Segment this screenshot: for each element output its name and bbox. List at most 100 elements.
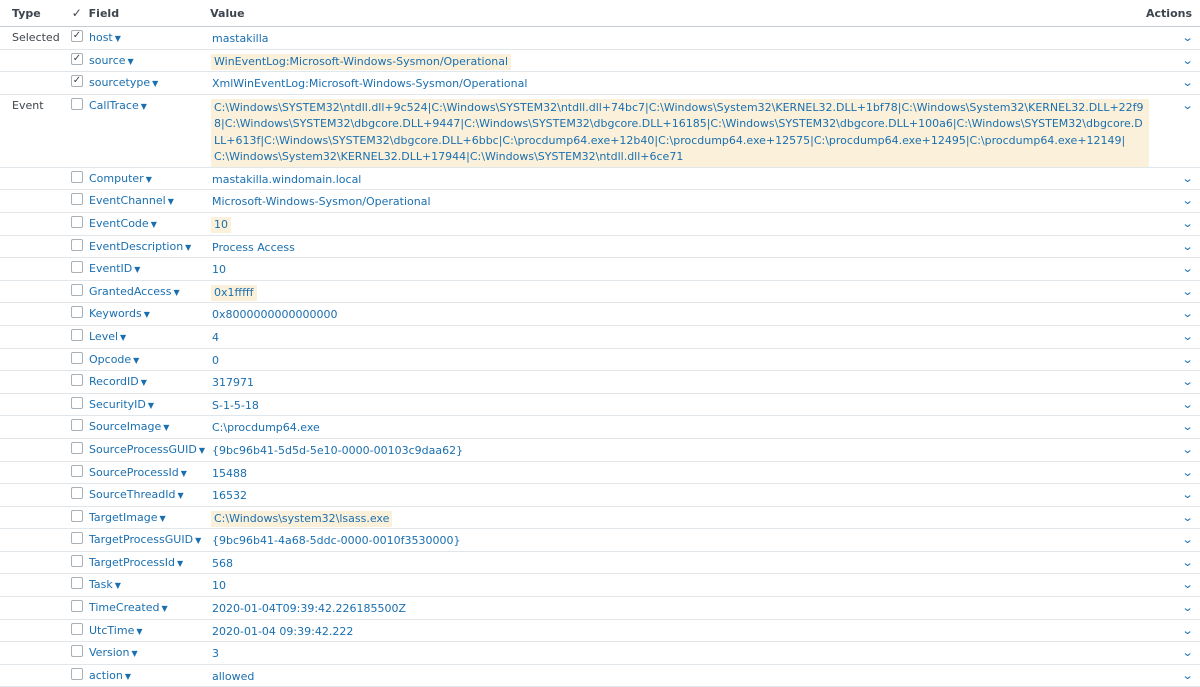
chevron-down-icon[interactable]: ⌄ bbox=[1181, 443, 1193, 456]
field-select-checkbox[interactable] bbox=[71, 577, 83, 590]
field-name-dropdown[interactable]: SourceImage ▼ bbox=[89, 420, 169, 433]
field-name-dropdown[interactable]: Level ▼ bbox=[89, 330, 126, 343]
field-value[interactable]: 0x8000000000000000 bbox=[211, 308, 338, 321]
chevron-down-icon[interactable]: ⌄ bbox=[1181, 54, 1193, 67]
field-select-checkbox[interactable] bbox=[71, 554, 83, 567]
field-name-dropdown[interactable]: SourceThreadId ▼ bbox=[89, 488, 184, 501]
select-all-checkbox[interactable]: ✓ bbox=[70, 7, 83, 19]
field-select-checkbox[interactable] bbox=[71, 645, 83, 658]
field-select-checkbox[interactable] bbox=[71, 215, 83, 228]
field-name-dropdown[interactable]: sourcetype ▼ bbox=[89, 76, 158, 89]
chevron-down-icon[interactable]: ⌄ bbox=[1181, 285, 1193, 298]
field-select-checkbox[interactable] bbox=[71, 464, 83, 477]
field-value[interactable]: {9bc96b41-5d5d-5e10-0000-00103c9daa62} bbox=[211, 444, 463, 457]
chevron-down-icon[interactable]: ⌄ bbox=[1181, 172, 1193, 185]
field-value[interactable]: 15488 bbox=[211, 467, 247, 480]
field-name-dropdown[interactable]: RecordID ▼ bbox=[89, 375, 147, 388]
field-value[interactable]: C:\Windows\system32\lsass.exe bbox=[211, 510, 393, 528]
header-value[interactable]: Value bbox=[210, 7, 1146, 20]
field-select-checkbox[interactable] bbox=[71, 306, 83, 319]
header-field[interactable]: Field bbox=[88, 7, 210, 20]
chevron-down-icon[interactable]: ⌄ bbox=[1181, 99, 1193, 112]
field-select-checkbox[interactable] bbox=[71, 600, 83, 613]
field-value[interactable]: C:\procdump64.exe bbox=[211, 421, 320, 434]
field-name-dropdown[interactable]: action ▼ bbox=[89, 669, 131, 682]
field-select-checkbox[interactable] bbox=[71, 97, 83, 110]
field-select-checkbox[interactable]: ✓ bbox=[71, 30, 83, 42]
field-name-dropdown[interactable]: GrantedAccess ▼ bbox=[89, 285, 180, 298]
chevron-down-icon[interactable]: ⌄ bbox=[1181, 511, 1193, 524]
field-select-checkbox[interactable] bbox=[71, 374, 83, 387]
field-name-dropdown[interactable]: Version ▼ bbox=[89, 646, 138, 659]
chevron-down-icon[interactable]: ⌄ bbox=[1181, 601, 1193, 614]
field-name-dropdown[interactable]: TargetImage ▼ bbox=[89, 511, 166, 524]
field-value[interactable]: 16532 bbox=[211, 489, 247, 502]
chevron-down-icon[interactable]: ⌄ bbox=[1181, 240, 1193, 253]
header-type[interactable]: Type bbox=[0, 7, 66, 20]
chevron-down-icon[interactable]: ⌄ bbox=[1181, 194, 1193, 207]
field-value[interactable]: WinEventLog:Microsoft-Windows-Sysmon/Ope… bbox=[211, 53, 512, 71]
field-value[interactable]: C:\Windows\SYSTEM32\ntdll.dll+9c524|C:\W… bbox=[211, 98, 1149, 167]
field-name-dropdown[interactable]: Keywords ▼ bbox=[89, 307, 150, 320]
field-name-dropdown[interactable]: source ▼ bbox=[89, 54, 134, 67]
chevron-down-icon[interactable]: ⌄ bbox=[1181, 533, 1193, 546]
field-value[interactable]: 10 bbox=[211, 263, 226, 276]
field-name-dropdown[interactable]: EventChannel ▼ bbox=[89, 194, 174, 207]
field-select-checkbox[interactable] bbox=[71, 283, 83, 296]
field-select-checkbox[interactable] bbox=[71, 487, 83, 500]
chevron-down-icon[interactable]: ⌄ bbox=[1181, 488, 1193, 501]
field-value[interactable]: 2020-01-04 09:39:42.222 bbox=[211, 625, 353, 638]
chevron-down-icon[interactable]: ⌄ bbox=[1181, 76, 1193, 89]
field-value[interactable]: 0x1fffff bbox=[211, 284, 257, 302]
field-name-dropdown[interactable]: Task ▼ bbox=[89, 578, 121, 591]
chevron-down-icon[interactable]: ⌄ bbox=[1181, 556, 1193, 569]
field-select-checkbox[interactable]: ✓ bbox=[71, 75, 83, 88]
field-select-checkbox[interactable] bbox=[71, 419, 83, 432]
field-name-dropdown[interactable]: CallTrace ▼ bbox=[89, 99, 147, 112]
field-select-checkbox[interactable] bbox=[71, 238, 83, 251]
field-select-checkbox[interactable] bbox=[71, 351, 83, 364]
field-name-dropdown[interactable]: Opcode ▼ bbox=[89, 353, 139, 366]
chevron-down-icon[interactable]: ⌄ bbox=[1181, 307, 1193, 320]
field-value[interactable]: 4 bbox=[211, 331, 219, 344]
chevron-down-icon[interactable]: ⌄ bbox=[1181, 646, 1193, 659]
field-value[interactable]: 0 bbox=[211, 354, 219, 367]
field-select-checkbox[interactable] bbox=[71, 328, 83, 341]
field-select-checkbox[interactable] bbox=[71, 193, 83, 206]
chevron-down-icon[interactable]: ⌄ bbox=[1181, 353, 1193, 366]
field-value[interactable]: Microsoft-Windows-Sysmon/Operational bbox=[211, 195, 431, 208]
field-name-dropdown[interactable]: UtcTime ▼ bbox=[89, 624, 143, 637]
chevron-down-icon[interactable]: ⌄ bbox=[1181, 466, 1193, 479]
chevron-down-icon[interactable]: ⌄ bbox=[1181, 217, 1193, 230]
field-name-dropdown[interactable]: SourceProcessId ▼ bbox=[89, 466, 187, 479]
field-select-checkbox[interactable] bbox=[71, 261, 83, 274]
field-value[interactable]: S-1-5-18 bbox=[211, 399, 259, 412]
field-name-dropdown[interactable]: TargetProcessId ▼ bbox=[89, 556, 183, 569]
field-value[interactable]: 568 bbox=[211, 557, 233, 570]
field-name-dropdown[interactable]: TargetProcessGUID ▼ bbox=[89, 533, 201, 546]
chevron-down-icon[interactable]: ⌄ bbox=[1181, 375, 1193, 388]
chevron-down-icon[interactable]: ⌄ bbox=[1181, 624, 1193, 637]
field-name-dropdown[interactable]: SourceProcessGUID ▼ bbox=[89, 443, 205, 456]
field-value[interactable]: {9bc96b41-4a68-5ddc-0000-0010f3530000} bbox=[211, 534, 460, 547]
field-select-checkbox[interactable] bbox=[71, 667, 83, 680]
field-select-checkbox[interactable] bbox=[71, 396, 83, 409]
field-select-checkbox[interactable] bbox=[71, 622, 83, 635]
chevron-down-icon[interactable]: ⌄ bbox=[1181, 578, 1193, 591]
field-value[interactable]: mastakilla.windomain.local bbox=[211, 173, 361, 186]
chevron-down-icon[interactable]: ⌄ bbox=[1181, 420, 1193, 433]
field-select-checkbox[interactable] bbox=[71, 532, 83, 545]
chevron-down-icon[interactable]: ⌄ bbox=[1181, 398, 1193, 411]
field-name-dropdown[interactable]: SecurityID ▼ bbox=[89, 398, 154, 411]
field-value[interactable]: Process Access bbox=[211, 241, 295, 254]
field-name-dropdown[interactable]: EventDescription ▼ bbox=[89, 240, 191, 253]
field-select-checkbox[interactable]: ✓ bbox=[71, 52, 83, 65]
chevron-down-icon[interactable]: ⌄ bbox=[1181, 31, 1193, 44]
field-value[interactable]: XmlWinEventLog:Microsoft-Windows-Sysmon/… bbox=[211, 77, 527, 90]
field-value[interactable]: mastakilla bbox=[211, 32, 269, 45]
chevron-down-icon[interactable]: ⌄ bbox=[1181, 262, 1193, 275]
field-name-dropdown[interactable]: TimeCreated ▼ bbox=[89, 601, 168, 614]
field-select-checkbox[interactable] bbox=[71, 170, 83, 183]
field-value[interactable]: 317971 bbox=[211, 376, 254, 389]
field-name-dropdown[interactable]: host ▼ bbox=[89, 31, 121, 44]
